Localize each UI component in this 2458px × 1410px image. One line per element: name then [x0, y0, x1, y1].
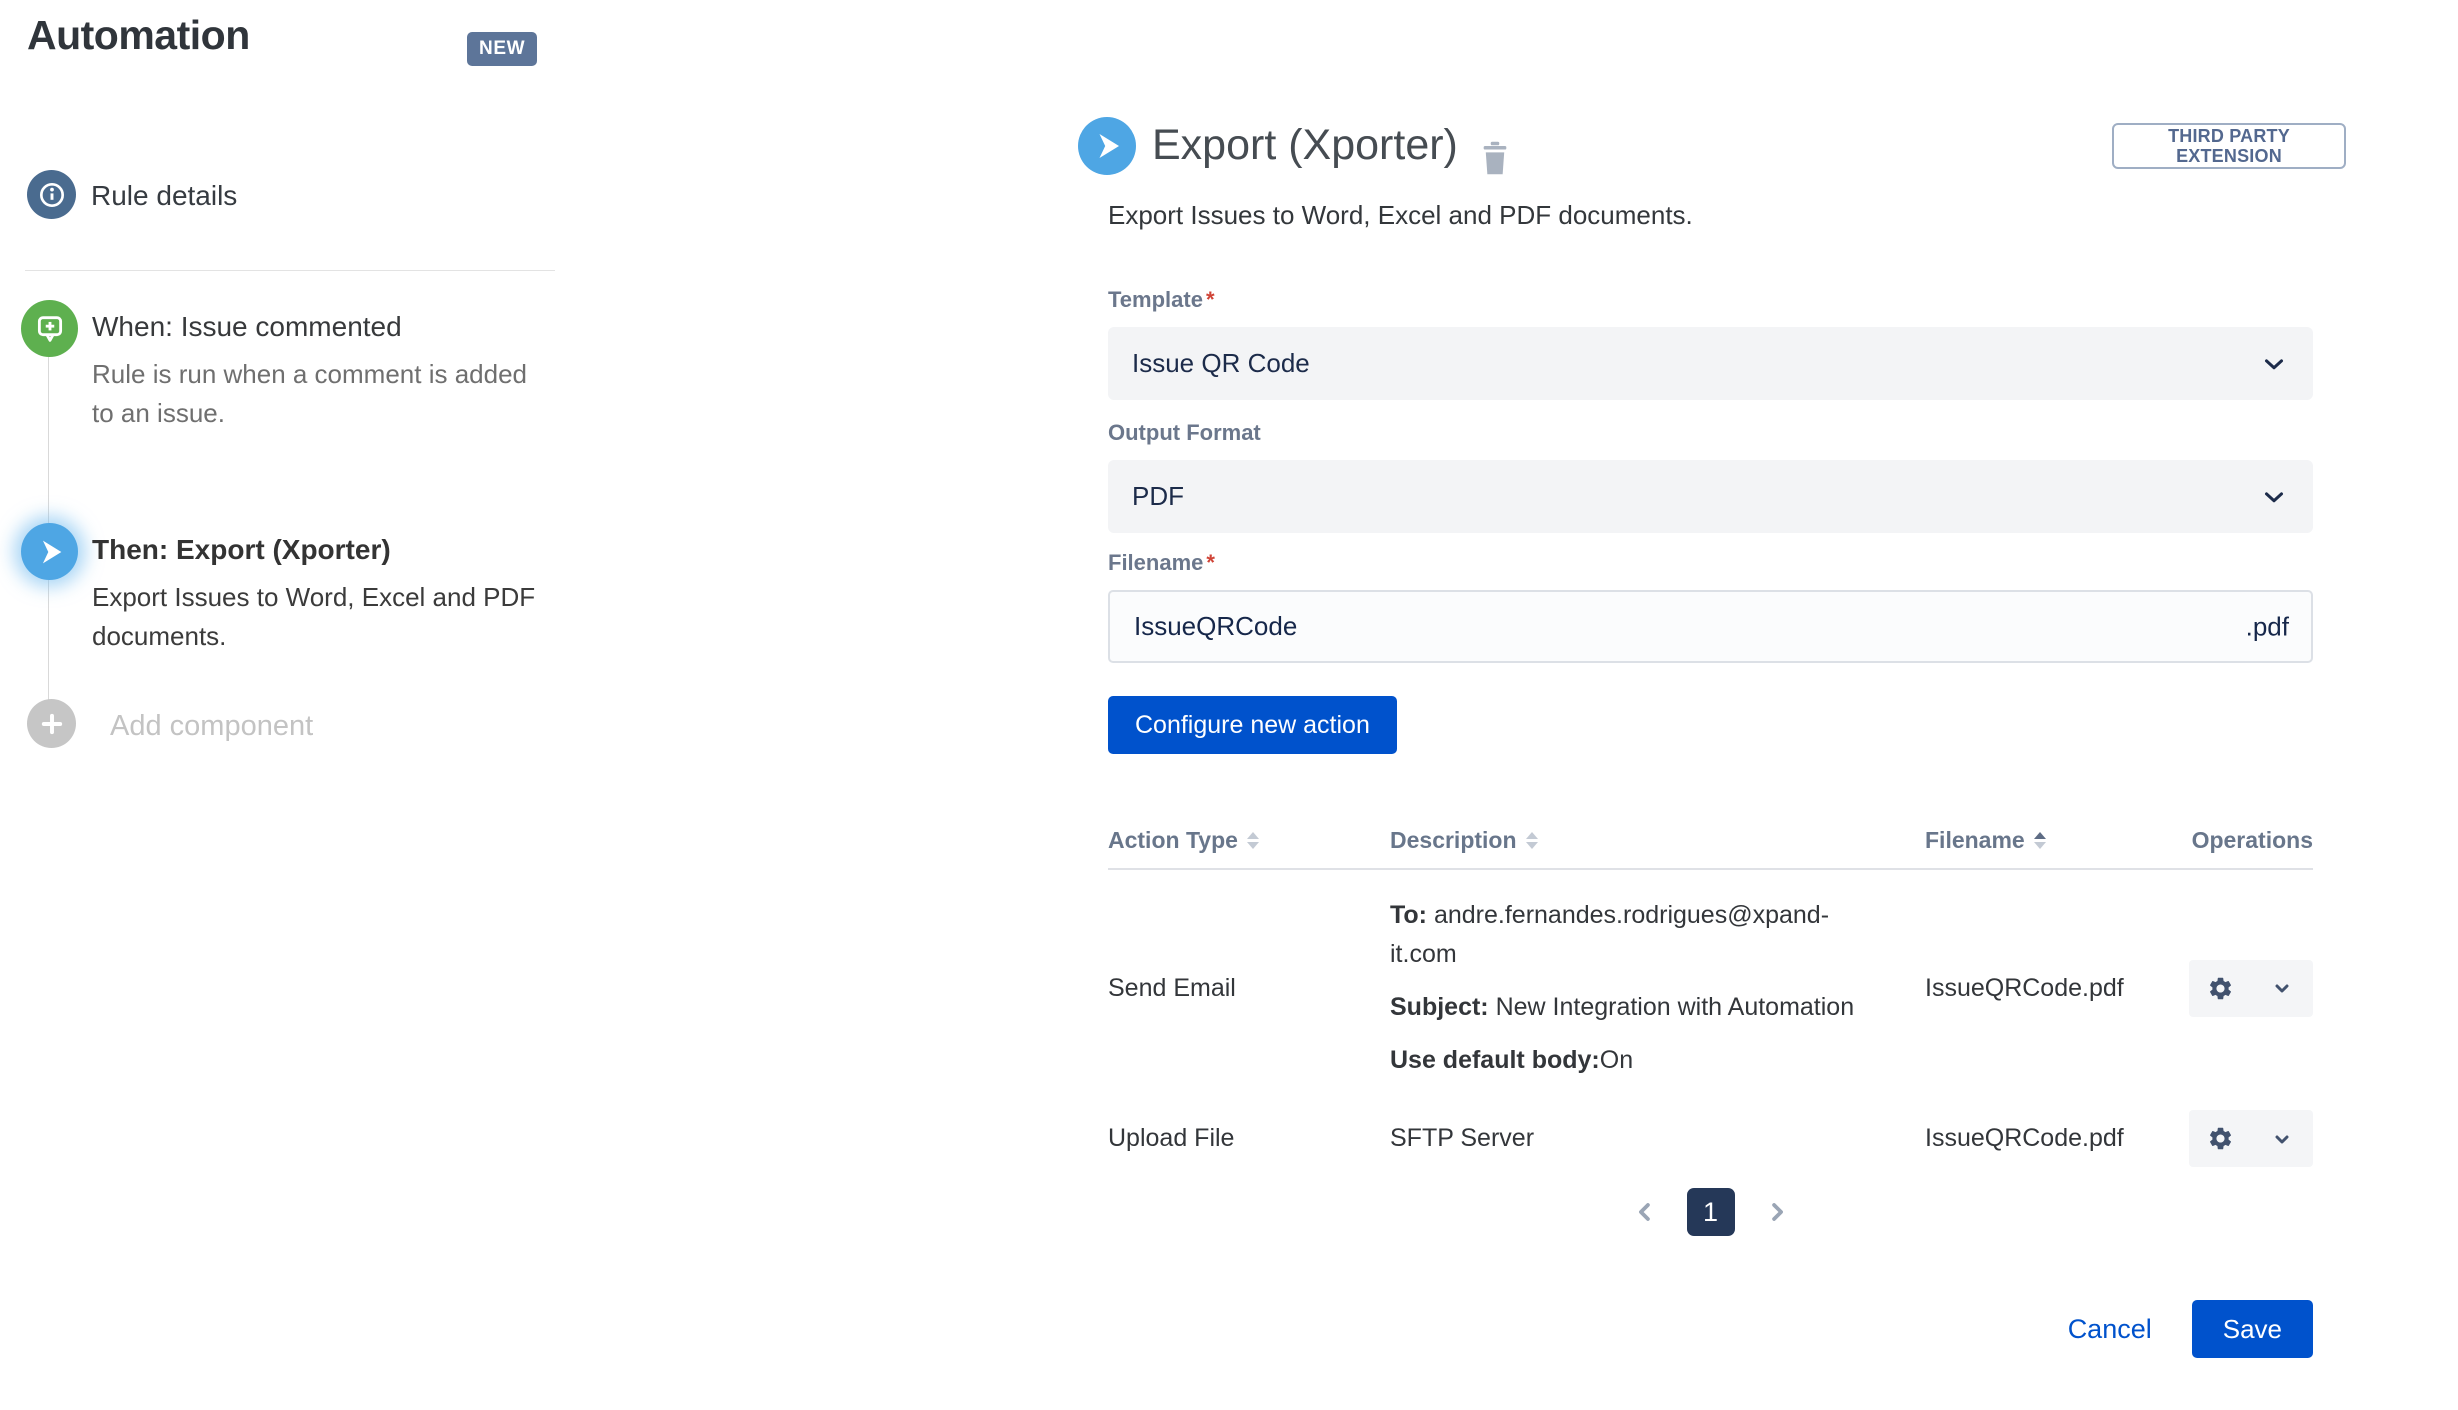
sidebar-divider	[25, 270, 555, 271]
template-label-text: Template	[1108, 287, 1203, 312]
when-step-description: Rule is run when a comment is added to a…	[92, 355, 532, 433]
more-operations-button[interactable]	[2251, 960, 2313, 1017]
then-step-description: Export Issues to Word, Excel and PDF doc…	[92, 578, 552, 656]
chevron-left-icon	[1631, 1198, 1659, 1226]
filename-field-wrap: .pdf	[1108, 590, 2313, 663]
badge-line1: THIRD PARTY	[2168, 126, 2290, 146]
chevron-right-icon	[1763, 1198, 1791, 1226]
filename-cell: IssueQRCode.pdf	[1925, 1124, 2170, 1153]
description-line: Use default body:On	[1390, 1041, 1875, 1080]
current-page-button[interactable]: 1	[1687, 1188, 1735, 1236]
trigger-comment-icon[interactable]	[21, 300, 78, 357]
badge-line2: EXTENSION	[2176, 146, 2282, 166]
column-label: Action Type	[1108, 826, 1238, 854]
column-label: Filename	[1925, 826, 2025, 854]
filename-label: Filename*	[1108, 550, 2313, 576]
save-button[interactable]: Save	[2192, 1300, 2313, 1358]
action-description: Export Issues to Word, Excel and PDF doc…	[1108, 200, 1693, 231]
third-party-extension-badge: THIRD PARTY EXTENSION	[2112, 123, 2346, 169]
settings-button[interactable]	[2189, 1110, 2251, 1167]
chevron-down-icon	[2259, 349, 2289, 379]
chevron-down-icon	[2270, 1127, 2294, 1151]
sort-icon	[1526, 832, 1538, 849]
required-mark: *	[1206, 550, 1215, 575]
delete-action-button[interactable]	[1478, 139, 1512, 177]
table-header-row: Action Type Description Filename Operati…	[1108, 826, 2313, 870]
description-cell: To: andre.fernandes.rodrigues@xpand-it.c…	[1390, 896, 1925, 1080]
trash-icon	[1478, 139, 1512, 177]
operations-cell	[2189, 1110, 2313, 1167]
description-cell: SFTP Server	[1390, 1124, 1925, 1153]
output-format-label-text: Output Format	[1108, 420, 1261, 445]
form-footer: Cancel Save	[1108, 1300, 2313, 1358]
info-circle-glyph	[36, 179, 68, 211]
plus-glyph	[38, 710, 66, 738]
operations-cell	[2189, 960, 2313, 1017]
gear-icon	[2207, 975, 2234, 1002]
configure-new-action-button[interactable]: Configure new action	[1108, 696, 1397, 754]
gear-icon	[2207, 1125, 2234, 1152]
column-label: Description	[1390, 826, 1517, 854]
xporter-play-icon[interactable]	[21, 523, 78, 580]
add-component-icon[interactable]	[27, 699, 76, 748]
previous-page-button[interactable]	[1631, 1198, 1659, 1226]
action-type-cell: Upload File	[1108, 1124, 1390, 1153]
settings-button[interactable]	[2189, 960, 2251, 1017]
column-header-filename[interactable]: Filename	[1925, 826, 2170, 854]
filename-input[interactable]	[1108, 590, 2313, 663]
more-operations-button[interactable]	[2251, 1110, 2313, 1167]
filename-suffix: .pdf	[2246, 611, 2289, 642]
output-format-select-value: PDF	[1132, 481, 2259, 512]
actions-table: Action Type Description Filename Operati…	[1108, 826, 2313, 1181]
xporter-logo-icon	[1078, 117, 1136, 175]
template-select-value: Issue QR Code	[1132, 348, 2259, 379]
required-mark: *	[1206, 287, 1215, 312]
then-step-title[interactable]: Then: Export (Xporter)	[92, 534, 391, 566]
column-header-operations: Operations	[2170, 826, 2313, 854]
comment-plus-glyph	[33, 312, 67, 346]
filename-label-text: Filename	[1108, 550, 1203, 575]
table-row: Upload File SFTP Server IssueQRCode.pdf	[1108, 1096, 2313, 1181]
action-title: Export (Xporter)	[1152, 121, 1458, 170]
template-select[interactable]: Issue QR Code	[1108, 327, 2313, 400]
action-config-form: Template* Issue QR Code Output Format PD…	[1108, 287, 2313, 754]
operations-button-group	[2189, 960, 2313, 1017]
sort-asc-icon	[2034, 832, 2046, 849]
column-header-description[interactable]: Description	[1390, 826, 1925, 854]
pagination: 1	[1108, 1188, 2313, 1236]
cancel-button[interactable]: Cancel	[2068, 1314, 2152, 1345]
output-format-select[interactable]: PDF	[1108, 460, 2313, 533]
sidebar-item-rule-details[interactable]: Rule details	[91, 180, 237, 212]
action-type-cell: Send Email	[1108, 974, 1390, 1003]
new-badge: NEW	[467, 32, 537, 66]
operations-button-group	[2189, 1110, 2313, 1167]
page-title-automation: Automation	[27, 12, 250, 59]
column-label: Operations	[2192, 826, 2313, 854]
chevron-down-icon	[2270, 976, 2294, 1000]
description-line: To: andre.fernandes.rodrigues@xpand-it.c…	[1390, 896, 1875, 974]
info-icon[interactable]	[27, 170, 76, 219]
sort-icon	[1247, 832, 1259, 849]
template-label: Template*	[1108, 287, 2313, 313]
output-format-label: Output Format	[1108, 420, 2313, 446]
chevron-down-icon	[2259, 482, 2289, 512]
next-page-button[interactable]	[1763, 1198, 1791, 1226]
filename-cell: IssueQRCode.pdf	[1925, 974, 2170, 1003]
play-arrow-glyph	[1089, 128, 1125, 164]
play-arrow-glyph	[33, 535, 67, 569]
description-line: Subject: New Integration with Automation	[1390, 988, 1875, 1027]
table-row: Send Email To: andre.fernandes.rodrigues…	[1108, 870, 2313, 1096]
column-header-action-type[interactable]: Action Type	[1108, 826, 1390, 854]
when-step-title[interactable]: When: Issue commented	[92, 311, 402, 343]
add-component-button[interactable]: Add component	[110, 710, 313, 743]
